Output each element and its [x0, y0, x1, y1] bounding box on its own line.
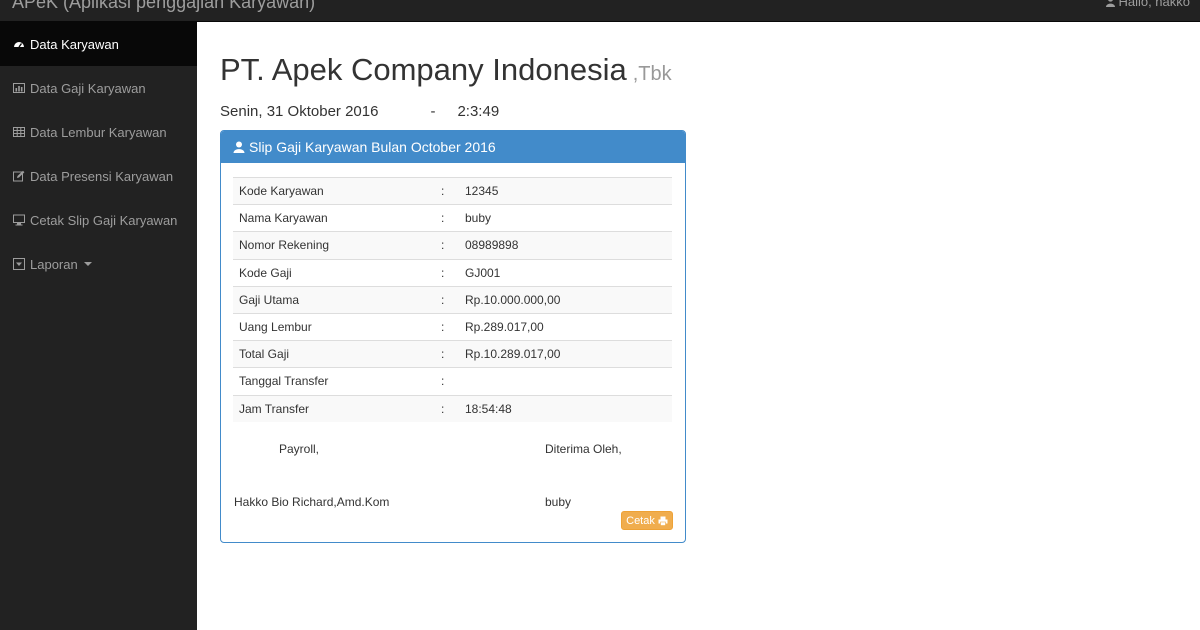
date-time-line: Senin, 31 Oktober 2016 - 2:3:49 [220, 103, 499, 120]
row-separator: : [435, 312, 459, 341]
sidebar-item-label: Laporan [30, 256, 78, 272]
table-row: Gaji Utama: Rp.10.000.000,00 [233, 285, 672, 314]
top-navbar: APeK (Aplikasi penggajian Karyawan) Hall… [0, 0, 1200, 22]
edit-icon [13, 170, 25, 182]
sidebar-item-label: Data Karyawan [30, 36, 119, 52]
salary-slip-panel: Slip Gaji Karyawan Bulan October 2016 Ko… [220, 130, 686, 543]
row-value: buby [459, 204, 672, 232]
row-value: 12345 [459, 176, 672, 205]
row-separator: : [435, 258, 459, 287]
sidebar-item-cetak-slip-gaji[interactable]: Cetak Slip Gaji Karyawan [0, 198, 197, 242]
row-separator: : [435, 394, 459, 423]
user-icon [1106, 0, 1116, 7]
table-row: Total Gaji: Rp.10.289.017,00 [233, 340, 672, 368]
row-value: Rp.10.000.000,00 [459, 285, 672, 314]
user-greeting: Hallo, hakko [1118, 0, 1190, 9]
row-value: GJ001 [459, 258, 672, 287]
table-icon [13, 127, 25, 137]
table-row: Tanggal Transfer: [233, 367, 672, 395]
table-row: Nama Karyawan: buby [233, 204, 672, 232]
row-label: Tanggal Transfer [233, 367, 435, 395]
row-separator: : [435, 231, 459, 260]
sidebar-item-label: Data Gaji Karyawan [30, 80, 146, 96]
row-separator: : [435, 176, 459, 205]
sidebar-item-data-gaji-karyawan[interactable]: Data Gaji Karyawan [0, 66, 197, 110]
row-label: Nama Karyawan [233, 204, 435, 232]
row-separator: : [435, 285, 459, 314]
user-menu[interactable]: Hallo, hakko [1106, 0, 1190, 9]
table-row: Kode Gaji: GJ001 [233, 258, 672, 287]
row-value [459, 367, 672, 395]
caret-square-down-icon [13, 258, 25, 270]
row-label: Kode Karyawan [233, 176, 435, 205]
row-separator: : [435, 204, 459, 232]
row-label: Kode Gaji [233, 258, 435, 287]
row-separator: : [435, 340, 459, 368]
page-title: PT. Apek Company Indonesia ,Tbk [220, 52, 672, 88]
user-icon [233, 141, 245, 153]
row-label: Nomor Rekening [233, 231, 435, 260]
panel-title: Slip Gaji Karyawan Bulan October 2016 [249, 139, 496, 155]
sidebar: Data Karyawan Data Gaji Karyawan Data Le… [0, 22, 197, 630]
table-row: Nomor Rekening:08989898 [233, 231, 672, 260]
print-icon [658, 516, 668, 526]
row-label: Gaji Utama [233, 285, 435, 314]
sidebar-item-laporan[interactable]: Laporan [0, 242, 197, 286]
company-name: PT. Apek Company Indonesia [220, 52, 627, 87]
table-row: Uang Lembur: Rp.289.017,00 [233, 312, 672, 341]
table-row: Jam Transfer:18:54:48 [233, 394, 672, 423]
sidebar-item-data-presensi-karyawan[interactable]: Data Presensi Karyawan [0, 154, 197, 198]
sidebar-item-data-lembur-karyawan[interactable]: Data Lembur Karyawan [0, 110, 197, 154]
desktop-icon [13, 214, 25, 226]
receiver-label: Diterima Oleh, [545, 442, 622, 456]
current-date: Senin, 31 Oktober 2016 [220, 103, 379, 120]
bar-chart-icon [13, 83, 25, 93]
row-value: 08989898 [459, 231, 672, 260]
row-value: Rp.289.017,00 [459, 312, 672, 341]
panel-heading: Slip Gaji Karyawan Bulan October 2016 [221, 131, 685, 163]
row-value: 18:54:48 [459, 394, 672, 423]
row-separator: : [435, 367, 459, 395]
company-suffix: ,Tbk [632, 63, 672, 85]
chevron-down-icon [83, 262, 92, 266]
sidebar-item-data-karyawan[interactable]: Data Karyawan [0, 22, 197, 66]
payroll-name: Hakko Bio Richard,Amd.Kom [234, 495, 390, 509]
row-label: Jam Transfer [233, 394, 435, 423]
salary-slip-table: Kode Karyawan:12345 Nama Karyawan: buby N… [233, 176, 672, 423]
current-time: 2:3:49 [457, 103, 500, 120]
sidebar-item-label: Data Presensi Karyawan [30, 168, 174, 184]
print-button[interactable]: Cetak [621, 511, 673, 530]
row-value: Rp.10.289.017,00 [459, 340, 672, 368]
sidebar-item-label: Data Lembur Karyawan [30, 124, 167, 140]
sidebar-item-label: Cetak Slip Gaji Karyawan [30, 212, 178, 228]
table-row: Kode Karyawan:12345 [233, 176, 672, 205]
payroll-label: Payroll, [279, 442, 320, 456]
receiver-name: buby [545, 495, 572, 509]
row-label: Uang Lembur [233, 312, 435, 341]
app-brand[interactable]: APeK (Aplikasi penggajian Karyawan) [12, 0, 315, 13]
dashboard-icon [14, 42, 24, 48]
row-label: Total Gaji [233, 340, 435, 368]
date-time-separator: - [430, 103, 436, 120]
print-button-label: Cetak [626, 514, 655, 527]
